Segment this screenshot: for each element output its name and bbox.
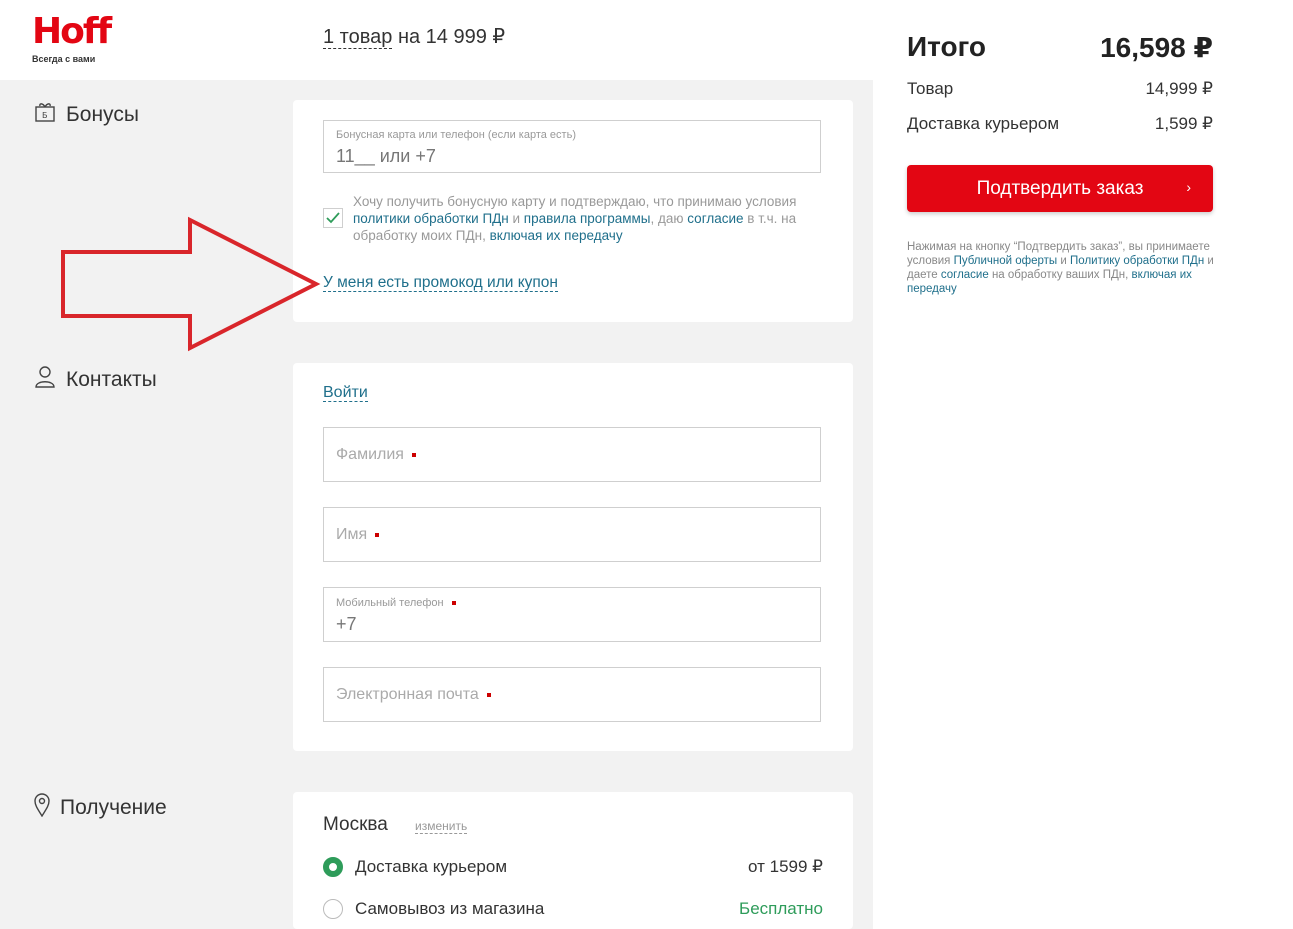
consent-text-b: и [508,211,524,226]
logo-tagline: Всегда с вами [32,54,96,64]
promo-code-link-label: У меня есть промокод или купон [323,274,558,292]
cart-count-link[interactable]: 1 товар [323,26,393,49]
surname-placeholder: Фамилия [336,446,416,464]
disclaimer-text-b: и [1057,255,1071,267]
required-marker [486,692,491,697]
contacts-card: Войти Фамилия Имя Мобильный телефон +7 Э… [293,363,853,751]
login-link-label: Войти [323,384,368,402]
confirm-order-label: Подтвердить заказ [976,177,1144,199]
delivery-card: Москва изменить Доставка курьером от 159… [293,792,853,929]
name-placeholder-text: Имя [336,526,368,543]
logo-text: Hoff [32,11,112,52]
hoff-logo[interactable]: Hoff Всегда с вами [32,12,112,68]
phone-label: Мобильный телефон [336,597,456,609]
summary-row-goods-value: 14,999 ₽ [1145,79,1213,98]
summary-row-delivery-value: 1,599 ₽ [1154,114,1213,133]
disclaimer-link-agreement[interactable]: согласие [941,269,989,281]
summary-title: Итого [907,31,986,62]
cart-sum: на 14 999 ₽ [392,26,506,48]
email-input[interactable]: Электронная почта [323,667,821,722]
radio-courier-delivery[interactable] [323,857,343,877]
change-city-link[interactable]: изменить [415,819,468,834]
delivery-title: Получение [60,796,167,819]
surname-input[interactable]: Фамилия [323,427,821,482]
required-marker [411,452,416,457]
bonuses-title: Бонусы [66,103,139,126]
radio-store-pickup[interactable] [323,899,343,919]
city-name: Москва [323,814,388,835]
option-courier-price: от 1599 ₽ [748,857,823,876]
name-input[interactable]: Имя [323,507,821,562]
option-courier-label[interactable]: Доставка курьером [355,857,507,877]
contacts-title: Контакты [66,368,157,391]
disclaimer-link-pdn-policy[interactable]: Политику обработки ПДн [1070,255,1204,267]
summary-row-delivery-label: Доставка курьером [907,114,1060,133]
confirm-disclaimer: Нажимая на кнопку “Подтвердить заказ”, в… [907,240,1217,296]
phone-value: +7 [336,614,357,634]
disclaimer-link-offer[interactable]: Публичной оферты [954,255,1058,267]
required-marker [375,532,380,537]
delivery-section-title: Получение [34,793,167,823]
consent-text-a: Хочу получить бонусную карту и подтвержд… [353,194,797,209]
bonus-card-value: 11__ или +7 [336,146,436,166]
chevron-right-icon: › [1186,179,1191,195]
consent-link-program-rules[interactable]: правила программы [524,211,651,226]
contacts-section-title: Контакты [34,365,157,395]
option-pickup-price: Бесплатно [739,899,823,918]
bonuses-card: Бонусная карта или телефон (если карта е… [293,100,853,322]
gift-icon: Б [34,101,56,129]
summary-row-goods-label: Товар [907,79,954,98]
consent-link-transfer[interactable]: включая их передачу [490,228,623,243]
svg-text:Б: Б [42,111,48,120]
phone-input[interactable]: Мобильный телефон +7 [323,587,821,642]
bonuses-section-title: Б Бонусы [34,101,139,129]
surname-placeholder-text: Фамилия [336,446,404,463]
email-placeholder: Электронная почта [336,686,491,704]
location-pin-icon [34,793,50,823]
change-city-link-label: изменить [415,819,468,834]
bonus-card-label: Бонусная карта или телефон (если карта е… [336,129,576,141]
disclaimer-text-d: на обработку ваших ПДн, [988,269,1132,281]
promo-code-link[interactable]: У меня есть промокод или купон [323,274,558,292]
email-placeholder-text: Электронная почта [336,686,479,703]
user-icon [34,365,56,395]
option-pickup-label[interactable]: Самовывоз из магазина [355,899,544,919]
consent-link-agreement[interactable]: согласие [687,211,743,226]
bonus-consent-text: Хочу получить бонусную карту и подтвержд… [353,193,823,244]
red-arrow-annotation [61,216,321,352]
confirm-order-button[interactable]: Подтвердить заказ › [907,165,1213,212]
summary-total: 16,598 ₽ [1100,32,1213,63]
cart-summary[interactable]: 1 товар на 14 999 ₽ [323,24,505,49]
phone-label-text: Мобильный телефон [336,597,444,609]
consent-link-pdn-policy[interactable]: политики обработки ПДн [353,211,509,226]
name-placeholder: Имя [336,526,380,544]
bonus-consent-checkbox[interactable] [323,208,343,228]
check-icon [326,212,340,224]
consent-text-c: , даю [650,211,688,226]
required-marker [451,601,456,606]
bonus-card-input[interactable]: Бонусная карта или телефон (если карта е… [323,120,821,173]
login-link[interactable]: Войти [323,384,368,402]
